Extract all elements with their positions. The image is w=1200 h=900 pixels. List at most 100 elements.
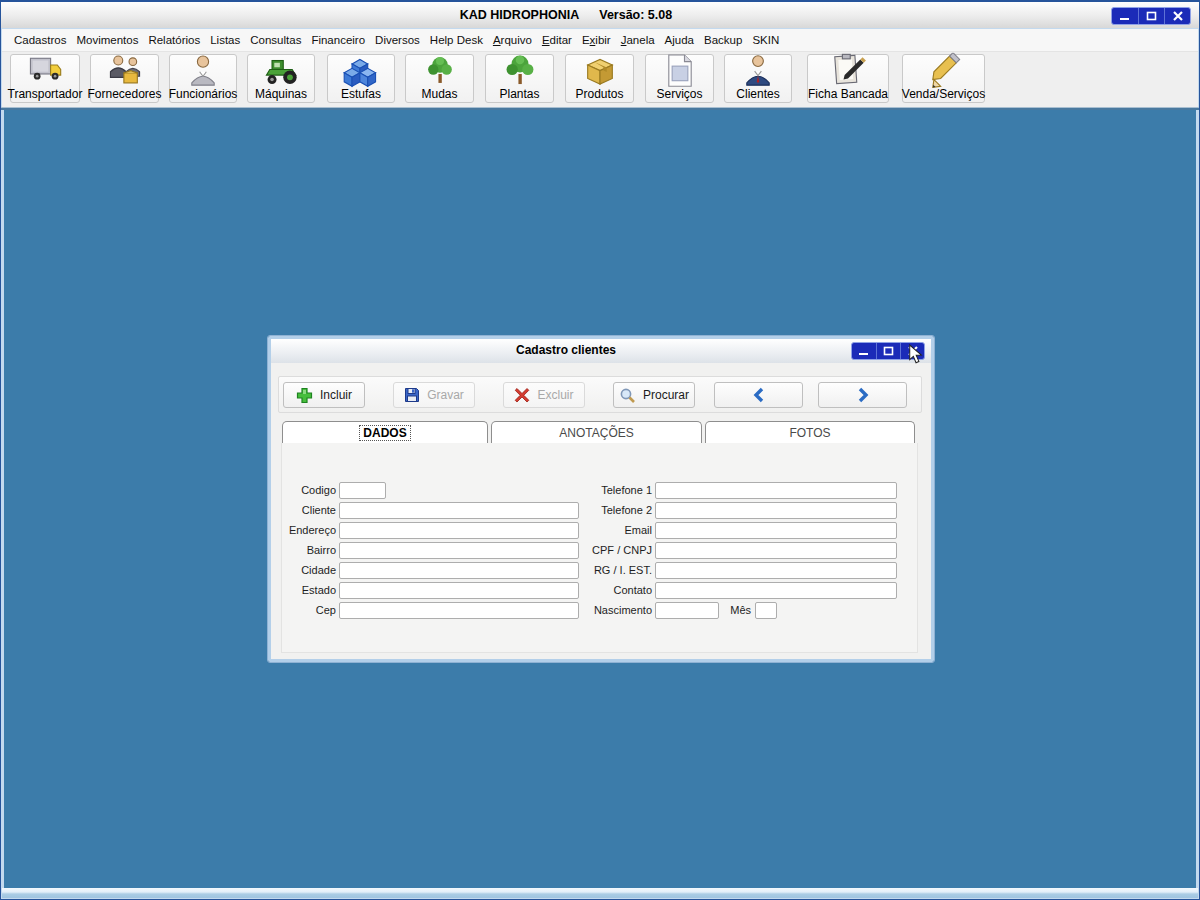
employee-icon	[184, 53, 222, 89]
menu-backup[interactable]: Backup	[699, 31, 747, 49]
toolbar-button-plantas[interactable]: Plantas	[485, 54, 554, 103]
menu-listas[interactable]: Listas	[205, 31, 245, 49]
truck-icon	[26, 53, 64, 89]
menu-financeiro[interactable]: Financeiro	[306, 31, 370, 49]
label-email: Email	[577, 524, 652, 537]
menu-editar[interactable]: Editar	[537, 31, 577, 49]
label-cpf-cnpj: CPF / CNPJ	[577, 544, 652, 557]
dialog-title: Cadastro clientes	[271, 343, 861, 357]
chevron-left-icon	[751, 387, 767, 403]
field-cpf-cnpj[interactable]	[655, 542, 897, 559]
bottom-frame	[2, 888, 1198, 898]
plus-icon	[296, 387, 313, 404]
field-bairro[interactable]	[339, 542, 579, 559]
app-name: KAD HIDROPHONIA	[460, 8, 579, 22]
menu-relatorios[interactable]: Relatórios	[143, 31, 205, 49]
field-endereco[interactable]	[339, 522, 579, 539]
dialog-titlebar: Cadastro clientes	[271, 339, 931, 363]
delete-icon	[514, 387, 530, 403]
field-cliente[interactable]	[339, 502, 579, 519]
menu-exibir[interactable]: Exibir	[577, 31, 616, 49]
toolbar-button-fornecedores[interactable]: Fornecedores	[90, 54, 159, 103]
tab-fotos[interactable]: FOTOS	[705, 421, 915, 443]
seedling-icon	[422, 53, 458, 89]
field-estado[interactable]	[339, 582, 579, 599]
field-cidade[interactable]	[339, 562, 579, 579]
dialog-maximize-icon[interactable]	[876, 343, 900, 359]
clipboard-icon	[829, 53, 867, 89]
titlebar: KAD HIDROPHONIA Versão: 5.08	[1, 1, 1199, 28]
field-cep[interactable]	[339, 602, 579, 619]
menu-help-desk[interactable]: Help Desk	[425, 31, 488, 49]
label-telefone-1: Telefone 1	[577, 484, 652, 497]
field-rg-i-est[interactable]	[655, 562, 897, 579]
save-icon	[404, 387, 420, 403]
toolbar-button-funcionarios[interactable]: Funcionários	[169, 54, 237, 103]
plant-icon	[502, 53, 538, 89]
incluir-button[interactable]: Incluir	[283, 382, 365, 408]
toolbar: TransportadorFornecedoresFuncionáriosMáq…	[2, 52, 1198, 107]
tab-anotacoes[interactable]: ANOTAÇÕES	[491, 421, 702, 443]
field-codigo[interactable]	[339, 482, 386, 499]
label-codigo: Codigo	[274, 484, 336, 497]
toolbar-button-produtos[interactable]: Produtos	[565, 54, 634, 103]
client-icon	[740, 53, 776, 89]
toolbar-button-ficha-bancada[interactable]: Ficha Bancada	[807, 54, 889, 103]
menu-consultas[interactable]: Consultas	[245, 31, 306, 49]
next-record-button[interactable]	[818, 382, 907, 408]
previous-record-button[interactable]	[714, 382, 803, 408]
menu-movimentos[interactable]: Movimentos	[71, 31, 143, 49]
dialog-minimize-icon[interactable]	[852, 343, 876, 359]
procurar-button[interactable]: Procurar	[613, 382, 695, 408]
suppliers-icon	[105, 53, 143, 89]
label-cliente: Cliente	[274, 504, 336, 517]
toolbar-button-maquinas[interactable]: Máquinas	[247, 54, 315, 103]
menu-bar: CadastrosMovimentosRelatóriosListasConsu…	[2, 29, 1198, 52]
toolbar-button-servicos[interactable]: Serviços	[645, 54, 714, 103]
box-icon	[580, 53, 618, 89]
menu-skin[interactable]: SKIN	[747, 31, 784, 49]
toolbar-button-venda-servicos[interactable]: Venda/Serviços	[902, 54, 985, 103]
label-endereco: Endereço	[274, 524, 336, 537]
window-title: KAD HIDROPHONIA Versão: 5.08	[1, 8, 1131, 22]
tab-dados[interactable]: DADOS	[282, 421, 488, 443]
field-telefone-1[interactable]	[655, 482, 897, 499]
field-contato[interactable]	[655, 582, 897, 599]
field-telefone-2[interactable]	[655, 502, 897, 519]
menu-cadastros[interactable]: Cadastros	[9, 31, 71, 49]
label-estado: Estado	[274, 584, 336, 597]
excluir-button[interactable]: Excluir	[503, 382, 585, 408]
minimize-icon[interactable]	[1112, 8, 1138, 24]
field-nascimento[interactable]	[655, 602, 719, 619]
toolbar-button-transportador[interactable]: Transportador	[10, 54, 80, 103]
pencil-icon	[927, 53, 961, 89]
menu-diversos[interactable]: Diversos	[370, 31, 425, 49]
chevron-right-icon	[855, 387, 871, 403]
toolbar-button-clientes[interactable]: Clientes	[724, 54, 792, 103]
mouse-cursor	[908, 344, 927, 365]
toolbar-button-estufas[interactable]: Estufas	[327, 54, 395, 103]
label-rg-i-est: RG / I. EST.	[577, 564, 652, 577]
search-icon	[619, 387, 636, 404]
document-icon	[663, 53, 697, 89]
label-telefone-2: Telefone 2	[577, 504, 652, 517]
gravar-button[interactable]: Gravar	[393, 382, 475, 408]
close-icon[interactable]	[1164, 8, 1190, 24]
label-mes: Mês	[723, 604, 751, 617]
menu-ajuda[interactable]: Ajuda	[660, 31, 699, 49]
dialog-cadastro-clientes: Cadastro clientes Incluir Gravar Excluir Pr…	[268, 336, 934, 662]
toolbar-button-mudas[interactable]: Mudas	[405, 54, 474, 103]
window-controls	[1111, 7, 1191, 25]
menu-janela[interactable]: Janela	[616, 31, 660, 49]
field-mes[interactable]	[755, 602, 777, 619]
menu-arquivo[interactable]: Arquivo	[488, 31, 537, 49]
field-email[interactable]	[655, 522, 897, 539]
label-contato: Contato	[577, 584, 652, 597]
main-window: KAD HIDROPHONIA Versão: 5.08 CadastrosMo…	[0, 0, 1200, 900]
maximize-icon[interactable]	[1138, 8, 1164, 24]
mdi-background: Cadastro clientes Incluir Gravar Excluir Pr…	[4, 110, 1196, 888]
label-cidade: Cidade	[274, 564, 336, 577]
label-nascimento: Nascimento	[577, 604, 652, 617]
tractor-icon	[261, 53, 301, 89]
cubes-icon	[342, 53, 380, 89]
